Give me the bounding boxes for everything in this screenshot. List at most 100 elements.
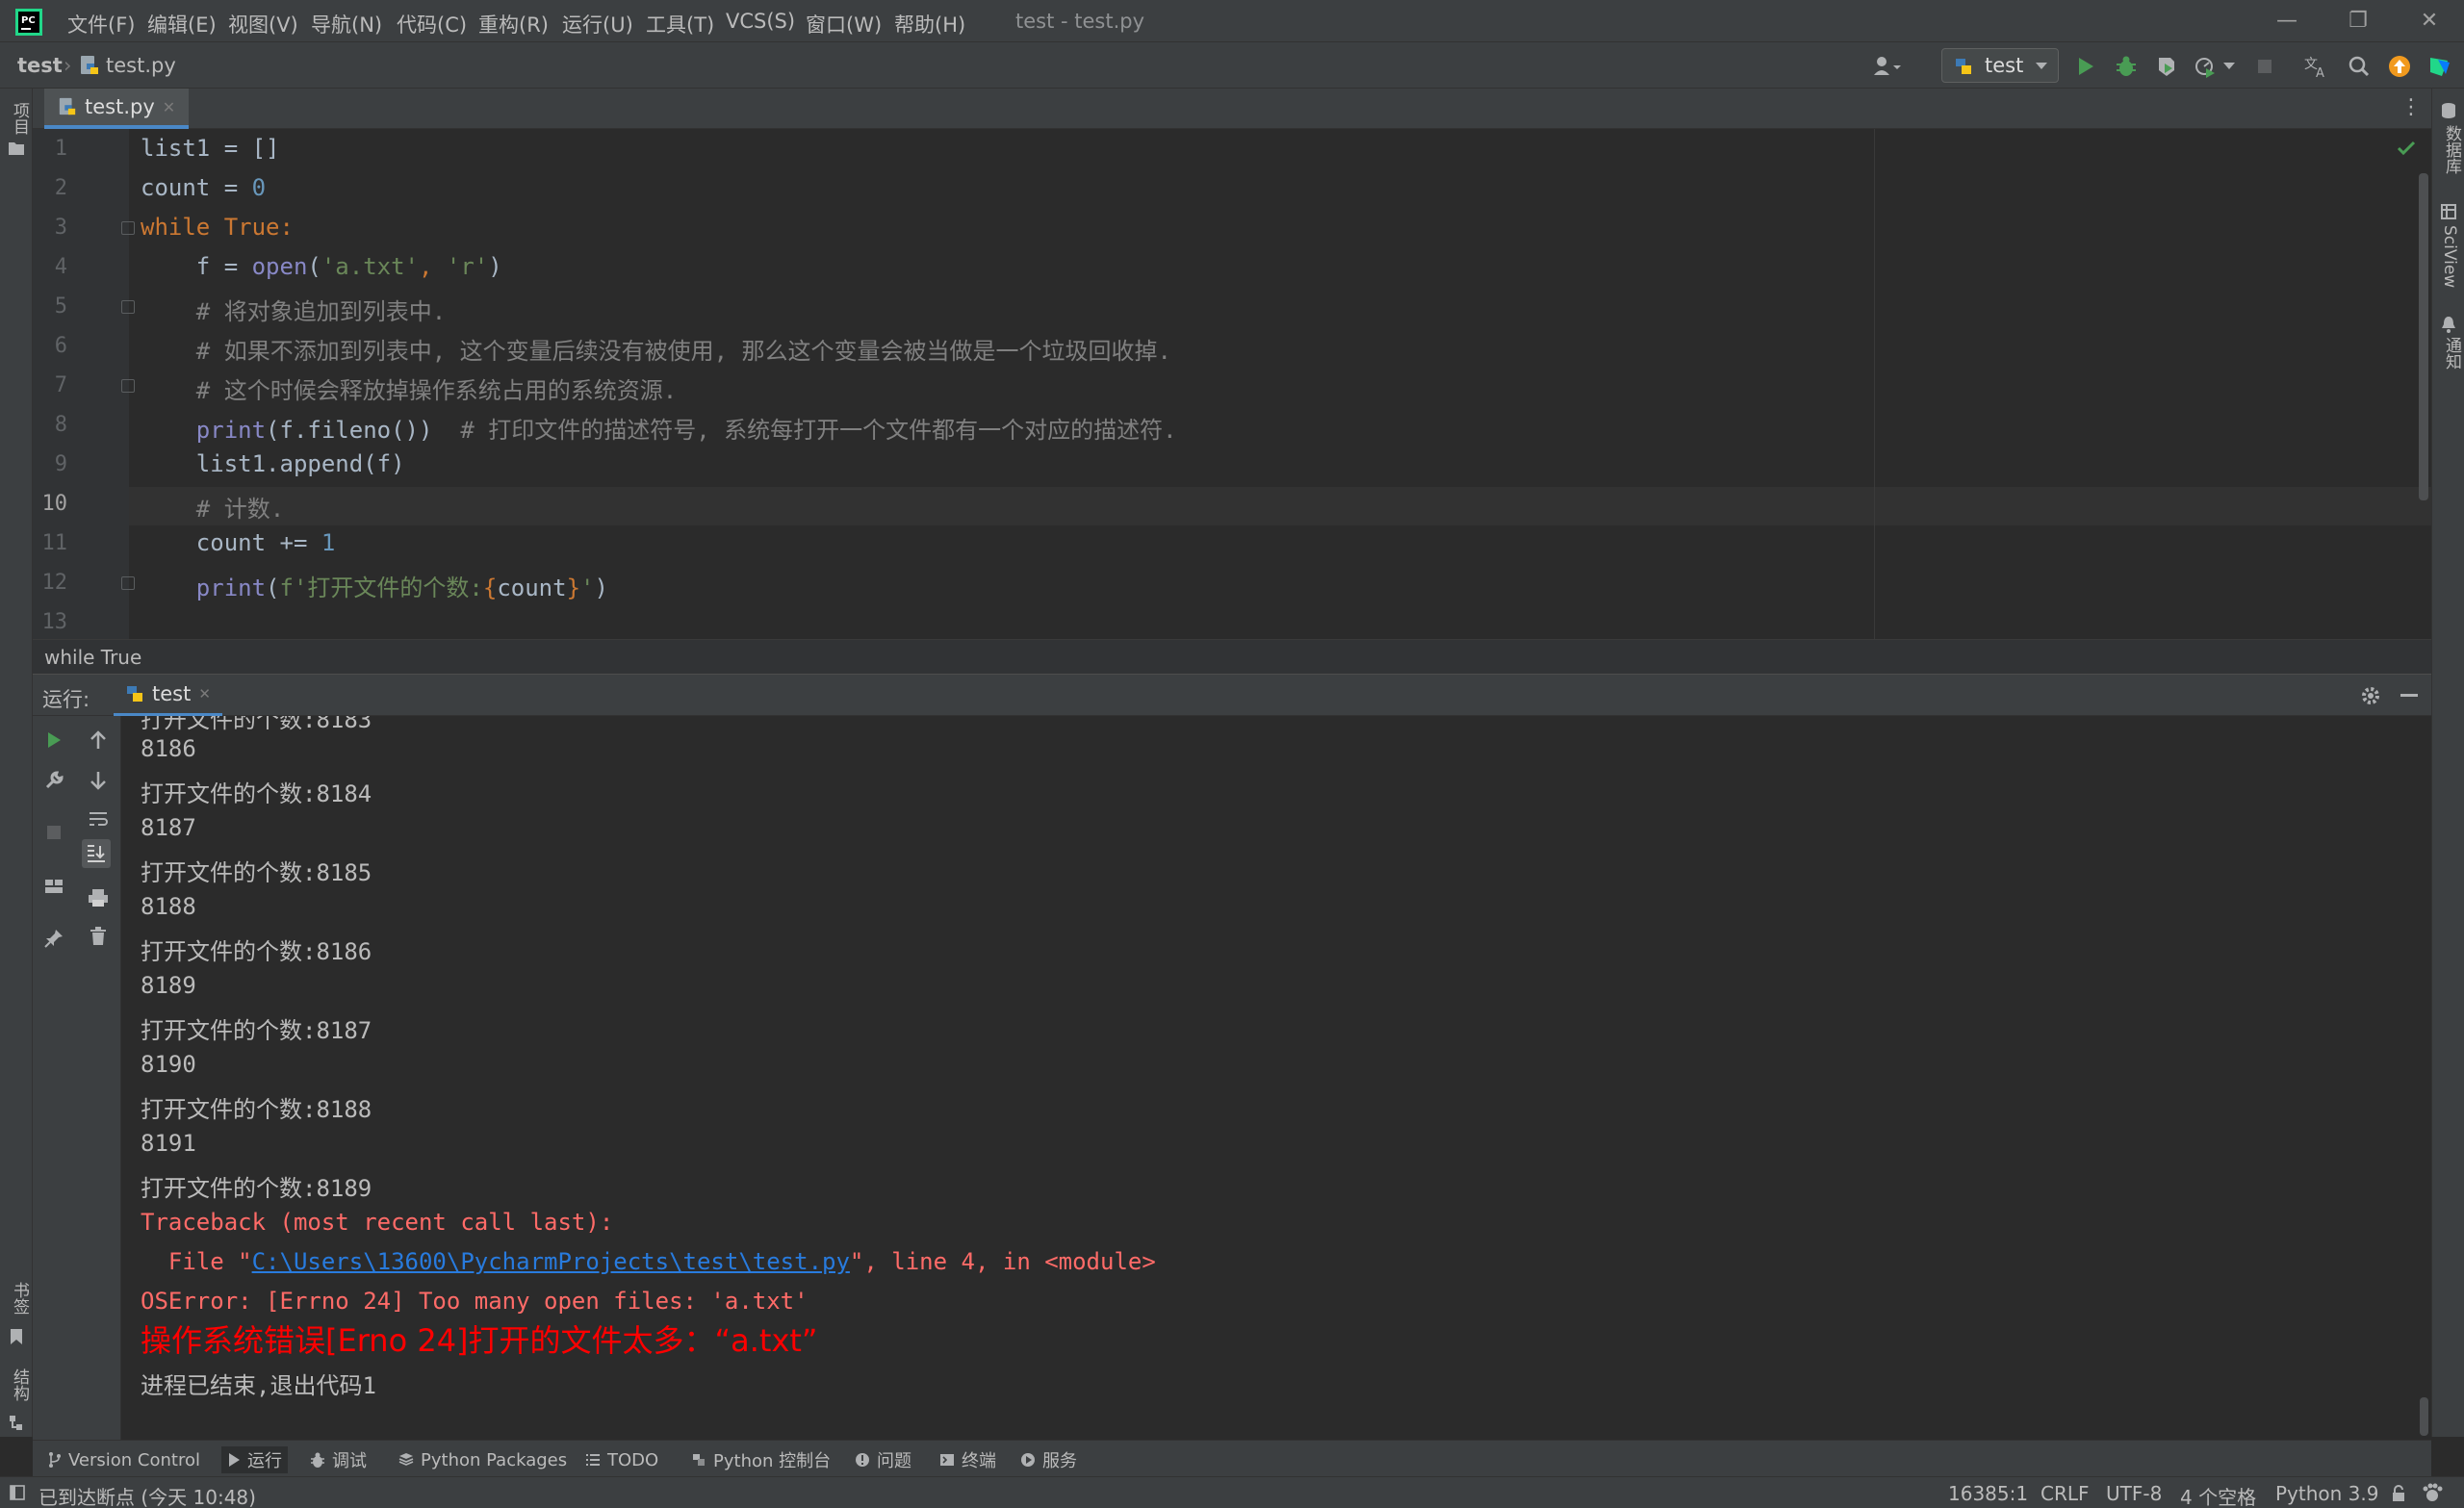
editor-scrollbar-thumb[interactable] [2419, 173, 2428, 500]
left-tool-strip: 项目 书签 结构 [0, 89, 33, 1437]
scroll-down-icon[interactable] [84, 766, 113, 795]
fold-marker-icon[interactable] [121, 379, 135, 393]
services-tool-button[interactable]: 服务 [1014, 1446, 1083, 1473]
fold-marker-icon[interactable] [121, 300, 135, 314]
gear-icon[interactable] [2360, 685, 2381, 706]
hide-panel-icon[interactable] [2400, 694, 2418, 698]
more-run-options-chevron-icon[interactable] [2220, 52, 2239, 81]
code-breadcrumb-item[interactable]: while True [44, 646, 141, 669]
code-editor[interactable]: 1 2 3 4 5 6 7 8 9 10 11 12 13 list1 = []… [33, 129, 2431, 639]
restore-button[interactable]: ❐ [2331, 6, 2385, 37]
unlock-icon[interactable] [2391, 1485, 2406, 1502]
close-tab-icon[interactable]: ✕ [163, 98, 175, 116]
breadcrumb-file[interactable]: test.py [106, 54, 176, 77]
console-line: 打开文件的个数:8185 [141, 859, 372, 886]
status-message[interactable]: 已到达断点 (今天 10:48) [38, 1482, 256, 1508]
python-interpreter[interactable]: Python 3.9 [2275, 1482, 2379, 1505]
todo-list-icon [586, 1454, 600, 1466]
problems-tool-button[interactable]: 问题 [849, 1446, 917, 1473]
menu-edit[interactable]: 编辑(E) [147, 10, 217, 38]
memory-indicator-icon[interactable] [2422, 1483, 2443, 1502]
menu-code[interactable]: 代码(C) [397, 10, 467, 38]
python-packages-tool-button[interactable]: Python Packages [393, 1446, 573, 1473]
translate-icon[interactable]: 文A [2302, 52, 2331, 81]
sciview-tool-button[interactable]: SciView [2438, 204, 2459, 291]
wrench-icon[interactable] [39, 766, 68, 795]
menu-navigate[interactable]: 导航(N) [311, 10, 382, 38]
more-options-icon[interactable]: ⋮ [2400, 96, 2422, 121]
account-icon[interactable] [1873, 52, 1902, 81]
caret-position[interactable]: 16385:1 [1948, 1482, 2028, 1505]
stop-icon[interactable] [2250, 52, 2279, 81]
bookmarks-tool-button[interactable]: 书签 [6, 1282, 29, 1351]
traceback-file-link[interactable]: C:\Users\13600\PycharmProjects\test\test… [252, 1248, 850, 1275]
file-encoding[interactable]: UTF-8 [2106, 1482, 2162, 1505]
tool-windows-toggle-icon[interactable] [10, 1485, 25, 1500]
close-button[interactable]: ✕ [2402, 6, 2456, 37]
profile-icon[interactable] [2191, 52, 2220, 81]
traceback-file-line: File "C:\Users\13600\PycharmProjects\tes… [141, 1248, 1156, 1275]
notifications-tool-button[interactable]: 通知 [2438, 316, 2461, 393]
close-run-tab-icon[interactable]: ✕ [198, 685, 211, 703]
project-tool-button[interactable]: 项目 [6, 102, 29, 160]
run-icon[interactable] [2071, 52, 2100, 81]
fold-marker-icon[interactable] [121, 576, 135, 590]
version-control-tool-button[interactable]: Version Control [42, 1446, 206, 1473]
terminal-tool-button[interactable]: 终端 [934, 1446, 1002, 1473]
soft-wrap-icon[interactable] [84, 805, 113, 833]
run-console[interactable]: 打开文件的个数:8183 8186 打开文件的个数:8184 8187 打开文件… [121, 716, 2417, 1440]
problems-label: 问题 [877, 1451, 911, 1471]
fold-marker-icon[interactable] [121, 221, 135, 235]
status-bar: 已到达断点 (今天 10:48) 16385:1 CRLF UTF-8 4 个空… [0, 1476, 2464, 1508]
terminal-label: 终端 [962, 1451, 996, 1471]
scroll-up-icon[interactable] [84, 726, 113, 754]
layout-icon[interactable] [39, 872, 68, 901]
scroll-to-end-icon[interactable] [82, 839, 111, 868]
python-icon [127, 686, 142, 702]
line-number: 5 [54, 294, 67, 319]
run-tool-button[interactable]: 运行 [221, 1446, 288, 1473]
menu-file[interactable]: 文件(F) [67, 10, 135, 38]
console-scrollbar[interactable] [2417, 716, 2431, 1440]
indent-setting[interactable]: 4 个空格 [2180, 1482, 2256, 1508]
console-line: 打开文件的个数:8187 [141, 1017, 372, 1044]
menu-help[interactable]: 帮助(H) [894, 10, 965, 38]
tab-test-py[interactable]: test.py ✕ [44, 89, 190, 129]
stop-icon[interactable] [39, 818, 68, 847]
line-separator[interactable]: CRLF [2040, 1482, 2090, 1505]
structure-tool-button[interactable]: 结构 [6, 1368, 29, 1438]
title-bar: PC 文件(F) 编辑(E) 视图(V) 导航(N) 代码(C) 重构(R) 运… [0, 0, 2464, 42]
no-problems-check-icon[interactable] [2397, 141, 2416, 156]
console-scrollbar-thumb[interactable] [2420, 1397, 2428, 1436]
line-number: 9 [54, 452, 67, 476]
pin-icon[interactable] [39, 924, 68, 953]
database-tool-button[interactable]: 数据库 [2438, 102, 2461, 189]
menu-vcs[interactable]: VCS(S) [726, 10, 795, 33]
line-number: 6 [54, 334, 67, 358]
menu-view[interactable]: 视图(V) [228, 10, 298, 38]
run-configuration-select[interactable]: test [1941, 48, 2059, 83]
window-title: test - test.py [1015, 10, 1145, 33]
jetbrains-toolbox-icon[interactable] [2426, 52, 2454, 81]
run-with-coverage-icon[interactable] [2152, 52, 2181, 81]
minimize-button[interactable]: — [2260, 6, 2314, 37]
trash-icon[interactable] [84, 922, 113, 951]
rerun-icon[interactable] [39, 726, 68, 754]
print-icon[interactable] [84, 883, 113, 912]
menu-tools[interactable]: 工具(T) [646, 10, 714, 38]
console-line: 打开文件的个数:8184 [141, 780, 372, 807]
debug-tool-button[interactable]: 调试 [304, 1446, 372, 1473]
search-icon[interactable] [2345, 52, 2374, 81]
run-tab-test[interactable]: test ✕ [114, 675, 222, 717]
run-panel-header: 运行: test ✕ [33, 674, 2431, 717]
sciview-icon [2441, 204, 2456, 219]
debug-icon[interactable] [2112, 52, 2141, 81]
update-icon[interactable] [2385, 52, 2414, 81]
menu-run[interactable]: 运行(U) [562, 10, 633, 38]
menu-window[interactable]: 窗口(W) [806, 10, 882, 38]
python-console-tool-button[interactable]: Python 控制台 [685, 1446, 836, 1473]
todo-tool-button[interactable]: TODO [579, 1446, 664, 1473]
breadcrumb-project[interactable]: test [17, 54, 63, 77]
menu-refactor[interactable]: 重构(R) [478, 10, 549, 38]
debug-tool-label: 调试 [332, 1451, 367, 1471]
